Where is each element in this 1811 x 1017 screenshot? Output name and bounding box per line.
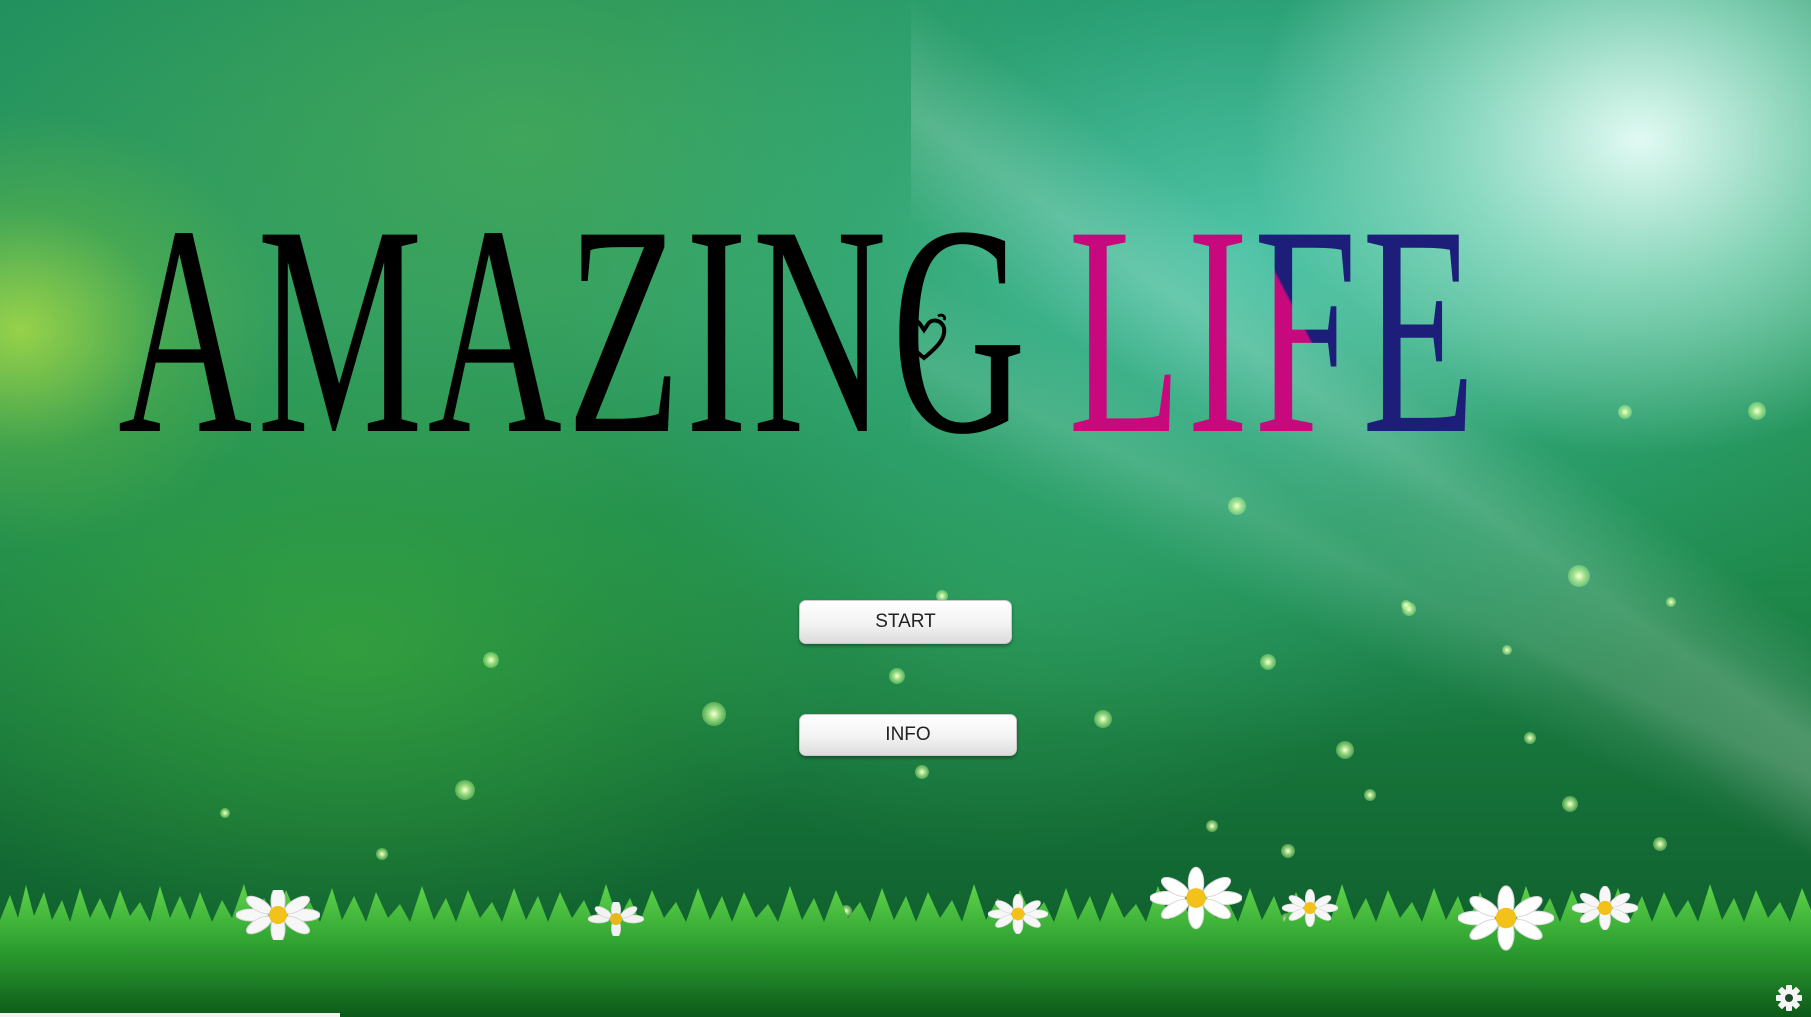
sparkle xyxy=(1618,405,1632,419)
bottom-edge-bar xyxy=(0,1013,340,1017)
gear-icon[interactable] xyxy=(1775,984,1803,1012)
sparkle xyxy=(1748,402,1766,420)
daisy-flower xyxy=(988,894,1048,934)
sparkle xyxy=(1653,837,1667,851)
daisy-flower xyxy=(236,890,320,940)
start-button[interactable]: START xyxy=(799,600,1012,644)
sparkle xyxy=(1281,844,1295,858)
sparkle xyxy=(483,652,499,668)
daisy-flower xyxy=(588,902,644,936)
sparkle xyxy=(702,702,726,726)
daisy-flower xyxy=(1282,889,1338,927)
sparkle xyxy=(1364,789,1376,801)
sparkle xyxy=(1562,796,1578,812)
sparkle xyxy=(1260,654,1276,670)
sparkle xyxy=(1206,820,1218,832)
sparkle xyxy=(455,780,475,800)
daisy-flower xyxy=(1150,866,1242,930)
sparkle xyxy=(1524,732,1536,744)
sparkle xyxy=(1568,565,1590,587)
heart-icon xyxy=(901,313,947,361)
title-word-amazing: AMAZING xyxy=(118,164,1031,496)
sparkle xyxy=(1502,645,1512,655)
daisy-flower xyxy=(1572,886,1638,930)
sparkle xyxy=(915,765,929,779)
game-main-menu: AMAZING LIFE START INFO xyxy=(0,0,1811,1017)
sparkle xyxy=(1094,710,1112,728)
game-title: AMAZING LIFE xyxy=(118,160,1481,500)
sparkle xyxy=(1401,600,1411,610)
title-word-life: LIFE xyxy=(1068,164,1481,496)
sparkle xyxy=(376,848,388,860)
sparkle xyxy=(1402,602,1416,616)
firefly-sparkles xyxy=(0,0,1811,1017)
sparkle xyxy=(889,668,905,684)
sparkle xyxy=(1666,597,1676,607)
daisy-flower xyxy=(1458,885,1554,951)
light-rays xyxy=(911,0,1811,1017)
sparkle xyxy=(220,808,230,818)
info-button[interactable]: INFO xyxy=(799,714,1017,756)
sparkle xyxy=(1336,741,1354,759)
